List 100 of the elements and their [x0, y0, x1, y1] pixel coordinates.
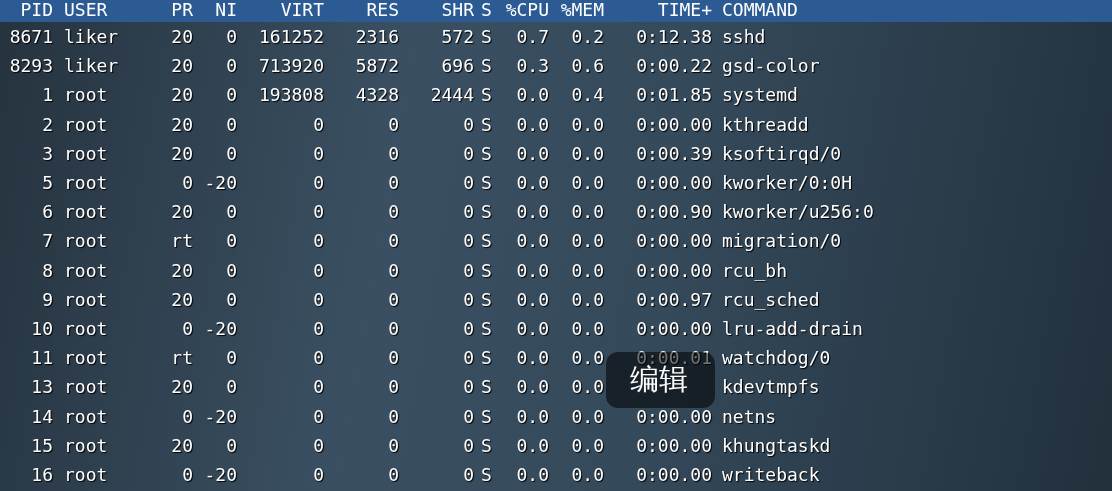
table-cell-text: root — [63, 462, 109, 487]
table-cell-text: S — [480, 25, 493, 50]
table-cell-text: 0.0 — [570, 316, 604, 341]
table-cell-text: root — [63, 171, 109, 196]
table-cell-text: 161252 — [257, 25, 324, 50]
table-cell-text: 0.0 — [515, 258, 549, 283]
table-cell-text: -20 — [203, 316, 237, 341]
table-cell-text: root — [63, 229, 109, 254]
table-cell-text: 0 — [312, 462, 324, 487]
table-cell-text: 0.0 — [570, 141, 604, 166]
table-cell-text: 0.0 — [570, 112, 604, 137]
table-cell-text: 0.0 — [570, 433, 604, 458]
table-cell-text: 20 — [170, 375, 193, 400]
table-cell-text: 0 — [225, 141, 237, 166]
table-cell-text: S — [480, 433, 493, 458]
table-cell-text: root — [63, 287, 109, 312]
table-cell-text: gsd-color — [721, 54, 821, 79]
table-cell-text: 0 — [312, 346, 324, 371]
table-cell-text: 8293 — [8, 54, 53, 79]
column-header: SHR — [440, 0, 474, 22]
table-cell-text: 0 — [462, 462, 474, 487]
table-cell-text: 14 — [30, 404, 53, 429]
table-cell-text: 0 — [462, 112, 474, 137]
table-cell-text: S — [480, 462, 493, 487]
table-cell-text: 0:12.38 — [635, 25, 712, 50]
table-cell-text: liker — [63, 54, 120, 79]
table-cell-text: 0 — [312, 258, 324, 283]
table-cell-text: 0 — [225, 258, 237, 283]
table-cell-text: root — [63, 316, 109, 341]
table-cell-text: 0:00.00 — [635, 462, 712, 487]
table-cell-text: kworker/0:0H — [721, 171, 854, 196]
table-cell-text: liker — [63, 25, 120, 50]
table-cell-text: S — [480, 141, 493, 166]
table-cell-text: systemd — [721, 83, 799, 108]
table-cell-text: 0.0 — [570, 287, 604, 312]
table-cell-text: 9 — [41, 287, 53, 312]
table-cell-text: 0 — [181, 404, 193, 429]
table-cell-text: 0 — [312, 433, 324, 458]
table-cell-text: 0 — [387, 200, 399, 225]
table-cell-text: 0:00.22 — [635, 54, 712, 79]
table-cell-text: 0 — [225, 200, 237, 225]
table-cell-text: ksoftirqd/0 — [721, 141, 843, 166]
column-header: COMMAND — [721, 0, 799, 22]
table-cell-text: 0 — [462, 375, 474, 400]
table-cell-text: writeback — [721, 462, 821, 487]
table-cell-text: 0.0 — [570, 258, 604, 283]
table-cell-text: khungtaskd — [721, 433, 832, 458]
table-cell-text: S — [480, 112, 493, 137]
table-cell-text: 0.4 — [570, 83, 604, 108]
table-cell-text: 0.0 — [570, 462, 604, 487]
table-cell-text: 713920 — [257, 54, 324, 79]
table-cell-text: 2316 — [354, 25, 399, 50]
table-cell-text: 0 — [387, 112, 399, 137]
table-cell-text: kthreadd — [721, 112, 810, 137]
table-cell-text: 11 — [30, 346, 53, 371]
table-cell-text: root — [63, 404, 109, 429]
table-cell-text: 0 — [312, 200, 324, 225]
column-header: PR — [170, 0, 193, 22]
table-cell-text: 20 — [170, 200, 193, 225]
table-cell-text: 0 — [462, 171, 474, 196]
table-cell-text: 0 — [387, 462, 399, 487]
table-cell-text: kworker/u256:0 — [721, 200, 875, 225]
table-cell-text: S — [480, 346, 493, 371]
column-header: PID — [19, 0, 53, 22]
table-cell-text: 0.0 — [515, 316, 549, 341]
table-cell-text: 8 — [41, 258, 53, 283]
table-cell-text: 193808 — [257, 83, 324, 108]
table-cell-text: 0 — [462, 229, 474, 254]
table-cell-text: S — [480, 171, 493, 196]
table-cell-text: 0:00.00 — [635, 404, 712, 429]
table-cell-text: migration/0 — [721, 229, 843, 254]
table-cell-text: 0:01.85 — [635, 83, 712, 108]
table-cell-text: 0 — [225, 346, 237, 371]
column-header: %MEM — [559, 0, 604, 22]
table-cell-text: 0 — [181, 316, 193, 341]
table-cell-text: S — [480, 258, 493, 283]
table-cell-text: rcu_sched — [721, 287, 821, 312]
table-cell-text: S — [480, 54, 493, 79]
table-cell-text: 0 — [462, 404, 474, 429]
table-cell-text: 0.0 — [515, 141, 549, 166]
table-cell-text: 0 — [387, 287, 399, 312]
table-cell-text: 0.0 — [570, 229, 604, 254]
table-cell-text: S — [480, 229, 493, 254]
table-cell-text: 0 — [462, 200, 474, 225]
table-cell-text: 15 — [30, 433, 53, 458]
table-cell-text: 0 — [312, 375, 324, 400]
table-cell-text: sshd — [721, 25, 767, 50]
table-cell-text: 0.0 — [515, 287, 549, 312]
table-cell-text: 0 — [312, 112, 324, 137]
table-cell-text: S — [480, 83, 493, 108]
table-cell-text: 0:00.00 — [635, 258, 712, 283]
table-cell-text: 0.0 — [570, 346, 604, 371]
table-cell-text: root — [63, 112, 109, 137]
table-cell-text: 0 — [387, 171, 399, 196]
table-cell-text: 0 — [387, 141, 399, 166]
table-cell-text: S — [480, 287, 493, 312]
table-cell-text: 0.0 — [515, 171, 549, 196]
table-cell-text: S — [480, 316, 493, 341]
table-cell-text: 0:00.90 — [635, 200, 712, 225]
table-cell-text: 0.0 — [570, 404, 604, 429]
